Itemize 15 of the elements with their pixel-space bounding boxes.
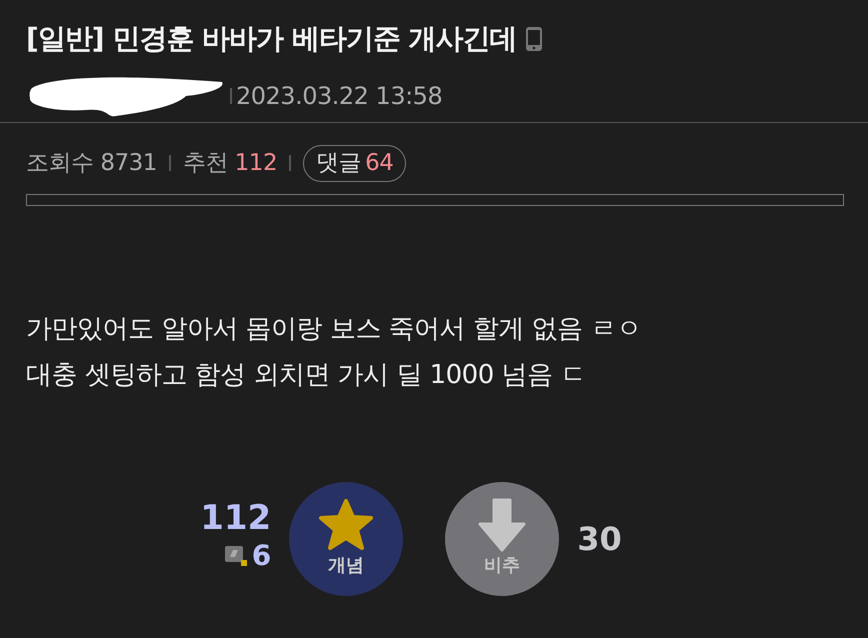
down-arrow-icon	[478, 498, 526, 552]
upvote-count: 112	[200, 500, 272, 534]
fixed-upvote-count: 6	[252, 538, 272, 574]
star-icon	[318, 498, 374, 552]
post-title: [일반] 민경훈 바바가 베타기준 개사긴데	[26, 21, 517, 57]
view-stat: 조회수 8731	[26, 149, 157, 178]
downvote-count: 30	[577, 518, 622, 560]
upvote-button[interactable]: 개념	[289, 482, 404, 596]
phone-icon	[524, 26, 543, 52]
body-text-line: 대충 셋팅하고 함성 외치면 가시 딜 1000 넘음 ㄷ	[26, 358, 587, 392]
post-date: 2023.03.22 13:58	[236, 81, 442, 112]
recommend-stat: 추천 112	[182, 149, 278, 178]
body-text-line: 가만있어도 알아서 몹이랑 보스 죽어서 할게 없음 ㄹㅇ	[26, 312, 642, 346]
fixed-user-icon	[224, 544, 248, 566]
comment-count-link[interactable]: 댓글 64	[303, 145, 406, 182]
